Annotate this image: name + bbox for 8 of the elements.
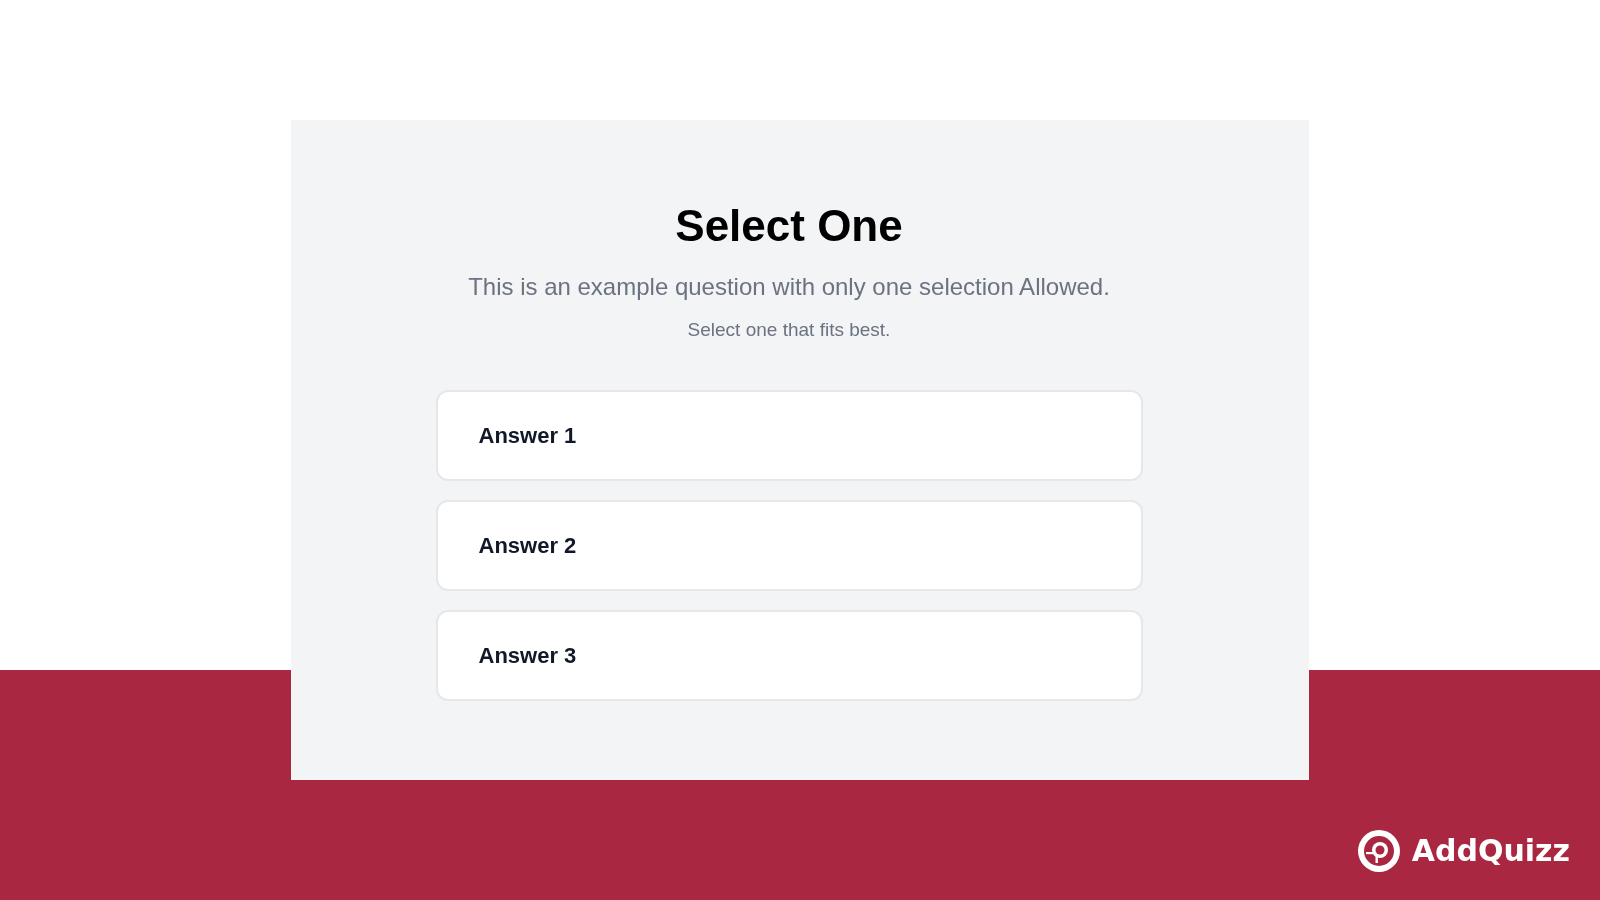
answer-option[interactable]: Answer 3: [435, 610, 1143, 701]
question-title: Select One: [675, 200, 903, 252]
answer-option[interactable]: Answer 2: [435, 500, 1143, 591]
answer-option[interactable]: Answer 1: [435, 390, 1143, 481]
brand-name: AddQuizz: [1411, 832, 1570, 870]
logo-icon: [1357, 830, 1400, 872]
question-text: This is an example question with only one selection Allowed.: [468, 272, 1110, 302]
instruction-text: Select one that fits best.: [687, 318, 891, 342]
